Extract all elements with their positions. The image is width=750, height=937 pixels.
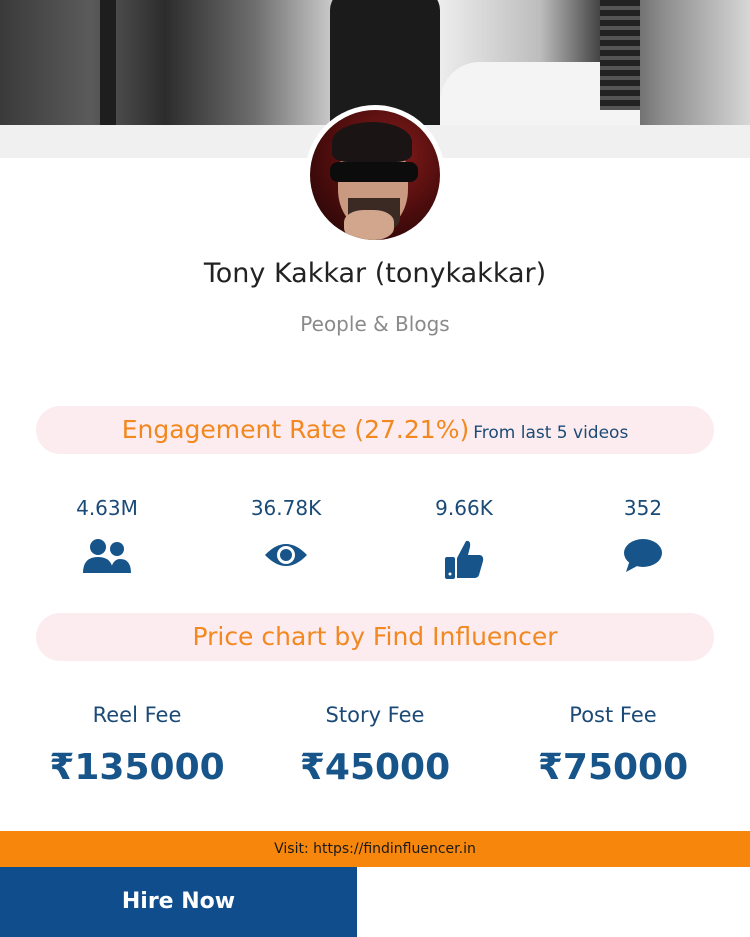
thumbs-up-icon: [445, 540, 484, 579]
stat-value: 4.63M: [76, 496, 138, 520]
profile-name: Tony Kakkar (tonykakkar): [203, 258, 547, 289]
fee-amount: ₹135000: [49, 747, 225, 788]
stat-value: 9.66K: [435, 496, 493, 520]
stat-value: 352: [623, 496, 663, 520]
price-chart-banner: Price chart by Find Influencer: [36, 613, 714, 661]
stat-followers: 4.63M: [37, 496, 177, 574]
comment-icon: [624, 539, 662, 572]
avatar-photo: [310, 110, 440, 240]
visit-link[interactable]: Visit: https://findinfluencer.in: [0, 831, 750, 867]
cover-window: [600, 0, 640, 110]
price-chart-title: Price chart by Find Influencer: [192, 622, 558, 651]
reel-fee: Reel Fee ₹135000: [27, 703, 247, 788]
fee-amount: ₹45000: [299, 747, 451, 788]
story-fee: Story Fee ₹45000: [265, 703, 485, 788]
engagement-rate: Engagement Rate (27.21%): [121, 415, 470, 444]
hire-now-button[interactable]: Hire Now: [0, 867, 357, 937]
stat-value: 36.78K: [250, 496, 322, 520]
post-fee: Post Fee ₹75000: [503, 703, 723, 788]
profile-category: People & Blogs: [300, 312, 450, 336]
eye-icon: [265, 544, 307, 566]
engagement-note: From last 5 videos: [473, 423, 629, 443]
stat-comments: 352: [573, 496, 713, 574]
fee-label: Story Fee: [325, 703, 425, 727]
fee-label: Reel Fee: [92, 703, 182, 727]
fee-amount: ₹75000: [537, 747, 689, 788]
stat-likes: 9.66K: [394, 496, 534, 580]
fee-label: Post Fee: [569, 703, 657, 727]
users-icon: [83, 539, 131, 573]
stat-views: 36.78K: [216, 496, 356, 572]
avatar: [305, 105, 445, 245]
cover-panel: [100, 0, 116, 125]
engagement-banner: Engagement Rate (27.21%) From last 5 vide…: [36, 406, 714, 454]
